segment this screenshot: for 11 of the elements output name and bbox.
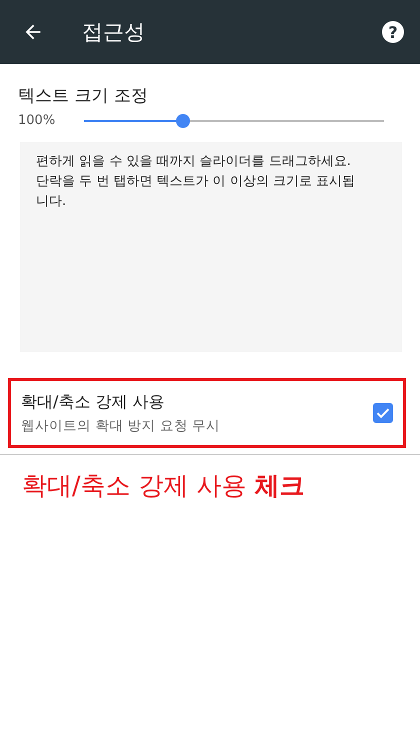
- help-button[interactable]: ?: [382, 21, 404, 43]
- setting-title: 텍스트 크기 조정: [18, 85, 149, 107]
- force-zoom-setting[interactable]: 확대/축소 강제 사용 웹사이트의 확대 방지 요청 무시: [8, 378, 406, 448]
- annotation-text: 확대/축소 강제 사용 체크: [21, 470, 306, 502]
- text-size-slider[interactable]: [84, 114, 384, 128]
- scale-reading: 100%: [18, 113, 56, 128]
- setting-subtitle: 웹사이트의 확대 방지 요청 무시: [21, 416, 222, 434]
- setting-title: 확대/축소 강제 사용: [21, 392, 166, 412]
- preview-text: 편하게 읽을 수 있을 때까지 슬라이더를 드래그하세요. 단락을 두 번 탭하면 텍스트가 이 이상의 크기로 표시됩니다.: [36, 153, 356, 211]
- checkbox[interactable]: [373, 403, 393, 423]
- window-title: 접근성: [82, 19, 146, 46]
